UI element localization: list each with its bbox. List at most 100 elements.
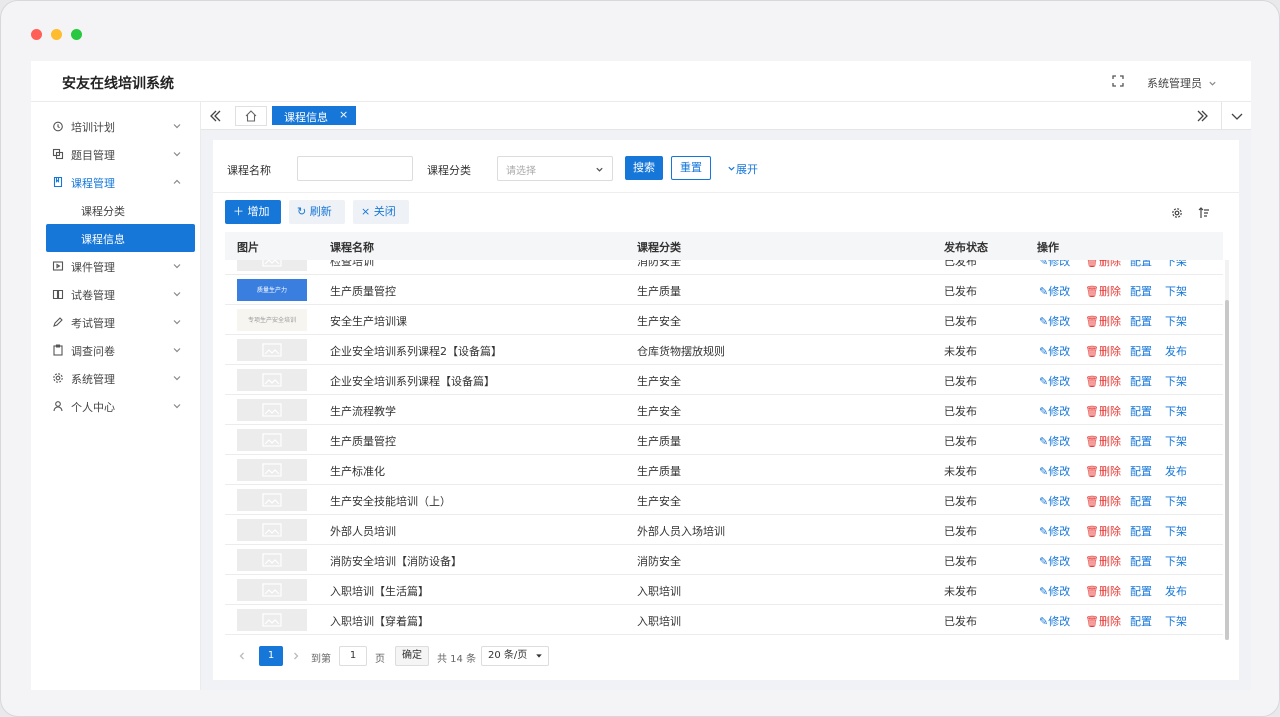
table-row[interactable]: 生产流程教学 生产安全 已发布 ✎修改 🗑删除 配置 下架 [225,395,1223,425]
edit-link[interactable]: ✎修改 [1039,433,1070,449]
reset-button[interactable]: 重置 [671,156,711,180]
tab-home[interactable] [235,106,267,126]
delete-link[interactable]: 🗑删除 [1085,313,1121,329]
delete-link[interactable]: 🗑删除 [1085,373,1121,389]
page-1-button[interactable]: 1 [259,646,283,666]
fullscreen-icon[interactable] [1112,75,1124,87]
config-link[interactable]: 配置 [1130,260,1152,269]
config-link[interactable]: 配置 [1130,313,1152,329]
table-row[interactable]: 消防安全培训【消防设备】 消防安全 已发布 ✎修改 🗑删除 配置 下架 [225,545,1223,575]
search-button[interactable]: 搜索 [625,156,663,180]
column-sort-icon[interactable] [1198,207,1210,219]
minimize-window-dot[interactable] [51,29,62,40]
config-link[interactable]: 配置 [1130,373,1152,389]
table-row[interactable]: 生产质量管控 生产质量 已发布 ✎修改 🗑删除 配置 下架 [225,425,1223,455]
edit-link[interactable]: ✎修改 [1039,553,1070,569]
delete-link[interactable]: 🗑删除 [1085,553,1121,569]
config-link[interactable]: 配置 [1130,283,1152,299]
edit-link[interactable]: ✎修改 [1039,613,1070,629]
publish-toggle-link[interactable]: 下架 [1165,523,1187,539]
publish-toggle-link[interactable]: 下架 [1165,313,1187,329]
table-row[interactable]: 外部人员培训 外部人员入场培训 已发布 ✎修改 🗑删除 配置 下架 [225,515,1223,545]
config-link[interactable]: 配置 [1130,553,1152,569]
table-row[interactable]: 质量生产力 生产质量管控 生产质量 已发布 ✎修改 🗑删除 配置 下架 [225,275,1223,305]
publish-toggle-link[interactable]: 下架 [1165,613,1187,629]
table-row[interactable]: 专项生产安全培训 安全生产培训课 生产安全 已发布 ✎修改 🗑删除 配置 下架 [225,305,1223,335]
collapse-sidebar-icon[interactable] [201,102,229,130]
goto-confirm-button[interactable]: 确定 [395,646,429,666]
publish-toggle-link[interactable]: 下架 [1165,553,1187,569]
table-row[interactable]: 检查培训 消防安全 已发布 ✎修改 🗑删除 配置 下架 [225,260,1223,275]
col-course-name[interactable]: 课程名称 [330,239,374,255]
goto-page-input[interactable]: 1 [339,646,367,666]
config-link[interactable]: 配置 [1130,403,1152,419]
publish-toggle-link[interactable]: 发布 [1165,343,1187,359]
sidebar-item-5[interactable]: 试卷管理 [31,280,201,308]
col-course-category[interactable]: 课程分类 [637,239,681,255]
tab-close-icon[interactable]: × [339,108,348,121]
delete-link[interactable]: 🗑删除 [1085,463,1121,479]
publish-toggle-link[interactable]: 下架 [1165,403,1187,419]
publish-toggle-link[interactable]: 下架 [1165,260,1187,269]
publish-toggle-link[interactable]: 发布 [1165,583,1187,599]
delete-link[interactable]: 🗑删除 [1085,523,1121,539]
config-link[interactable]: 配置 [1130,463,1152,479]
edit-link[interactable]: ✎修改 [1039,260,1070,269]
close-window-dot[interactable] [31,29,42,40]
publish-toggle-link[interactable]: 下架 [1165,433,1187,449]
config-link[interactable]: 配置 [1130,343,1152,359]
maximize-window-dot[interactable] [71,29,82,40]
delete-link[interactable]: 🗑删除 [1085,613,1121,629]
sidebar-subitem-1[interactable]: 课程分类 [46,196,195,224]
course-name-input[interactable] [297,156,413,181]
table-row[interactable]: 生产安全技能培训（上） 生产安全 已发布 ✎修改 🗑删除 配置 下架 [225,485,1223,515]
publish-toggle-link[interactable]: 下架 [1165,373,1187,389]
table-row[interactable]: 企业安全培训系列课程2【设备篇】 仓库货物摆放规则 未发布 ✎修改 🗑删除 配置 发布 [225,335,1223,365]
page-size-select[interactable]: 20 条/页 [481,646,549,666]
next-page-icon[interactable] [291,651,301,661]
edit-link[interactable]: ✎修改 [1039,493,1070,509]
edit-link[interactable]: ✎修改 [1039,463,1070,479]
course-category-select[interactable]: 请选择 [497,156,613,181]
delete-link[interactable]: 🗑删除 [1085,433,1121,449]
sidebar-item-9[interactable]: 个人中心 [31,392,201,420]
config-link[interactable]: 配置 [1130,613,1152,629]
table-row[interactable]: 生产标准化 生产质量 未发布 ✎修改 🗑删除 配置 发布 [225,455,1223,485]
tab-menu-chevron-icon[interactable] [1223,102,1251,130]
config-link[interactable]: 配置 [1130,523,1152,539]
edit-link[interactable]: ✎修改 [1039,313,1070,329]
sidebar-item-8[interactable]: 系统管理 [31,364,201,392]
publish-toggle-link[interactable]: 下架 [1165,283,1187,299]
delete-link[interactable]: 🗑删除 [1085,343,1121,359]
delete-link[interactable]: 🗑删除 [1085,493,1121,509]
config-link[interactable]: 配置 [1130,433,1152,449]
tab-course-info[interactable]: 课程信息 × [272,106,356,125]
edit-link[interactable]: ✎修改 [1039,523,1070,539]
gear-icon[interactable] [1171,207,1183,219]
sidebar-item-7[interactable]: 调查问卷 [31,336,201,364]
prev-page-icon[interactable] [237,651,247,661]
scroll-tabs-right-icon[interactable] [1189,102,1217,130]
edit-link[interactable]: ✎修改 [1039,373,1070,389]
sidebar-item-3[interactable]: 课程管理 [31,168,201,196]
close-button[interactable]: × 关闭 [353,200,409,224]
sidebar-item-2[interactable]: 题目管理 [31,140,201,168]
table-row[interactable]: 企业安全培训系列课程【设备篇】 生产安全 已发布 ✎修改 🗑删除 配置 下架 [225,365,1223,395]
edit-link[interactable]: ✎修改 [1039,583,1070,599]
publish-toggle-link[interactable]: 下架 [1165,493,1187,509]
delete-link[interactable]: 🗑删除 [1085,260,1121,269]
config-link[interactable]: 配置 [1130,583,1152,599]
delete-link[interactable]: 🗑删除 [1085,283,1121,299]
table-scrollbar[interactable] [1225,260,1229,640]
sidebar-item-4[interactable]: 课件管理 [31,252,201,280]
publish-toggle-link[interactable]: 发布 [1165,463,1187,479]
table-row[interactable]: 入职培训【穿着篇】 入职培训 已发布 ✎修改 🗑删除 配置 下架 [225,605,1223,635]
edit-link[interactable]: ✎修改 [1039,403,1070,419]
delete-link[interactable]: 🗑删除 [1085,583,1121,599]
config-link[interactable]: 配置 [1130,493,1152,509]
sidebar-item-6[interactable]: 考试管理 [31,308,201,336]
expand-filters-link[interactable]: 展开 [727,161,758,177]
edit-link[interactable]: ✎修改 [1039,343,1070,359]
add-button[interactable]: ＋ 增加 [225,200,281,224]
scrollbar-thumb[interactable] [1225,300,1229,640]
